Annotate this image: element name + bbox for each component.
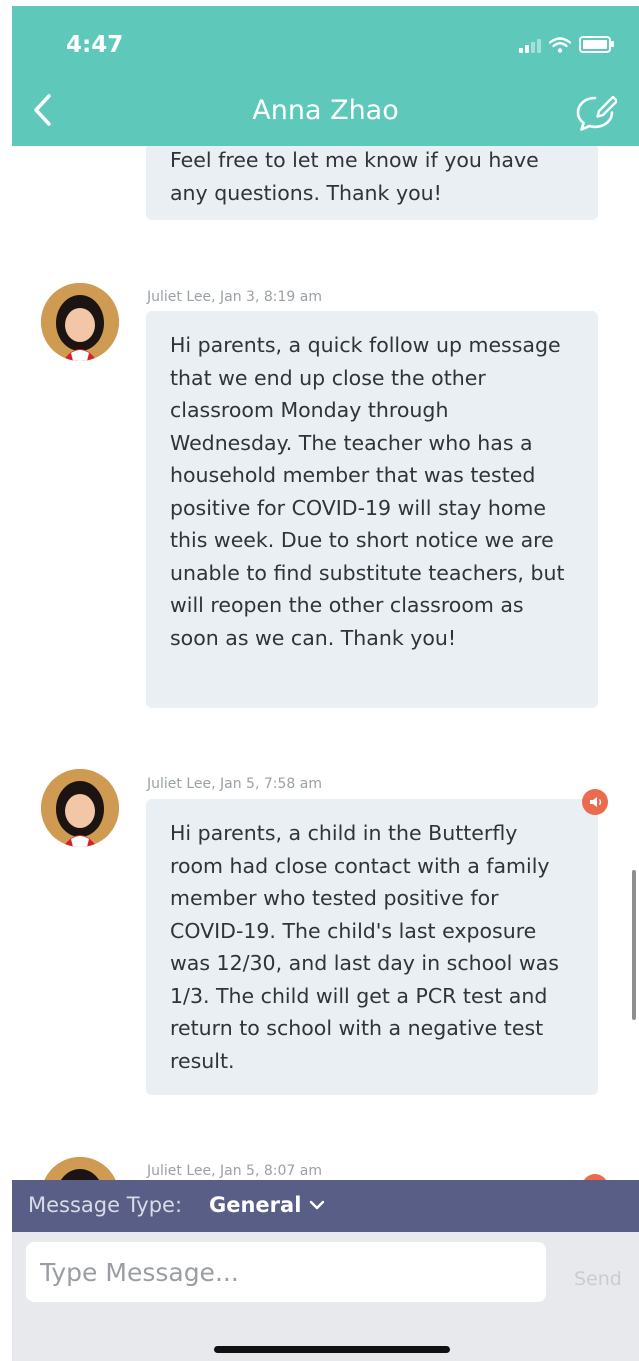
scrollbar[interactable] <box>632 870 636 1020</box>
sender-avatar <box>41 283 119 361</box>
avatar-photo <box>41 283 119 361</box>
announcement-icon <box>582 789 608 815</box>
signal-icon <box>519 39 541 53</box>
wifi-icon <box>549 37 571 53</box>
compose-button[interactable] <box>573 90 619 134</box>
status-time: 4:47 <box>66 32 124 58</box>
nav-bar: Anna Zhao <box>12 78 639 146</box>
status-bar: 4:47 <box>12 6 639 78</box>
message-type-label: Message Type: <box>28 1193 183 1217</box>
send-button[interactable]: Send <box>574 1268 622 1290</box>
avatar-photo <box>41 1157 119 1180</box>
message-type-bar: Message Type: General <box>12 1180 639 1232</box>
compose-icon <box>576 95 619 131</box>
message-input[interactable] <box>26 1242 546 1302</box>
battery-icon <box>579 36 614 53</box>
message-bubble: Hi parents, a quick follow up message th… <box>146 311 598 708</box>
message-sender: Juliet Lee, Jan 5, 8:07 am <box>147 1163 322 1179</box>
message-bubble: Hi parents, a child in the Butterfly roo… <box>146 799 598 1095</box>
message-list[interactable]: Feel free to let me know if you have any… <box>0 146 639 1180</box>
message-type-select[interactable]: General <box>209 1193 301 1217</box>
avatar-photo <box>41 769 119 847</box>
message-sender: Juliet Lee, Jan 5, 7:58 am <box>147 776 322 792</box>
message-bubble: Feel free to let me know if you have any… <box>146 146 598 220</box>
sender-avatar <box>41 769 119 847</box>
message-sender: Juliet Lee, Jan 3, 8:19 am <box>147 289 322 305</box>
status-icons <box>519 36 614 53</box>
chevron-down-icon[interactable] <box>306 1194 328 1216</box>
conversation-title: Anna Zhao <box>252 95 399 126</box>
home-indicator <box>214 1346 450 1353</box>
composer: Send <box>12 1232 639 1361</box>
sender-avatar <box>41 1157 119 1180</box>
